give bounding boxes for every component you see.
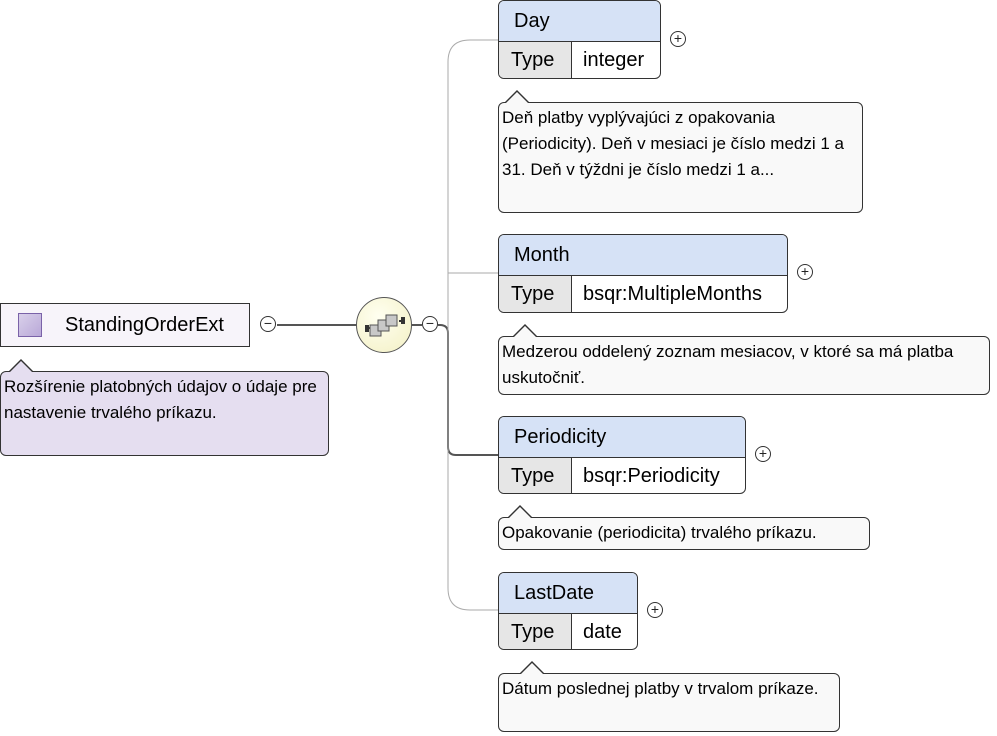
month-annotation-pointer-fill [514, 326, 536, 337]
root-element-standing-order-ext[interactable]: StandingOrderExt [0, 303, 250, 347]
element-day[interactable]: Day Type integer [498, 0, 661, 79]
element-periodicity-name: Periodicity [499, 417, 745, 458]
type-label: Type [499, 276, 572, 312]
element-day-type: integer [583, 49, 645, 71]
element-periodicity-type: bsqr:Periodicity [583, 465, 720, 487]
element-last-date[interactable]: LastDate Type date [498, 572, 638, 650]
element-periodicity[interactable]: Periodicity Type bsqr:Periodicity [498, 416, 746, 494]
element-last-date-type: date [583, 621, 622, 643]
type-label: Type [499, 614, 572, 649]
sequence-collapse-toggle[interactable]: − [422, 316, 438, 332]
day-annotation-pointer-fill [506, 92, 528, 103]
element-month-annotation: Medzerou oddelený zoznam mesiacov, v kto… [498, 336, 990, 395]
periodicity-annotation-pointer-fill [509, 507, 531, 518]
element-day-annotation: Deň platby vyplývajúci z opakovania (Per… [498, 102, 863, 213]
last-date-annotation-pointer-fill [521, 663, 543, 674]
element-day-expand-toggle[interactable]: + [670, 31, 686, 47]
element-periodicity-expand-toggle[interactable]: + [755, 446, 771, 462]
element-last-date-name: LastDate [499, 573, 637, 614]
type-label: Type [499, 458, 572, 493]
complex-type-icon [18, 313, 42, 337]
element-month-expand-toggle[interactable]: + [797, 264, 813, 280]
element-periodicity-annotation: Opakovanie (periodicita) trvalého príkaz… [498, 517, 870, 550]
root-collapse-toggle[interactable]: − [260, 316, 276, 332]
root-element-name: StandingOrderExt [65, 314, 224, 336]
root-annotation: Rozšírenie platobných údajov o údaje pre… [0, 371, 329, 456]
element-last-date-expand-toggle[interactable]: + [647, 602, 663, 618]
sequence-compositor[interactable] [356, 297, 412, 353]
sequence-icon [365, 314, 405, 337]
element-last-date-annotation: Dátum poslednej platby v trvalom príkaze… [498, 673, 840, 732]
root-annotation-pointer-fill [10, 361, 32, 372]
element-month-type: bsqr:MultipleMonths [583, 283, 762, 305]
type-label: Type [499, 42, 572, 78]
element-day-name: Day [499, 1, 660, 42]
element-month[interactable]: Month Type bsqr:MultipleMonths [498, 234, 788, 313]
element-month-name: Month [499, 235, 787, 276]
